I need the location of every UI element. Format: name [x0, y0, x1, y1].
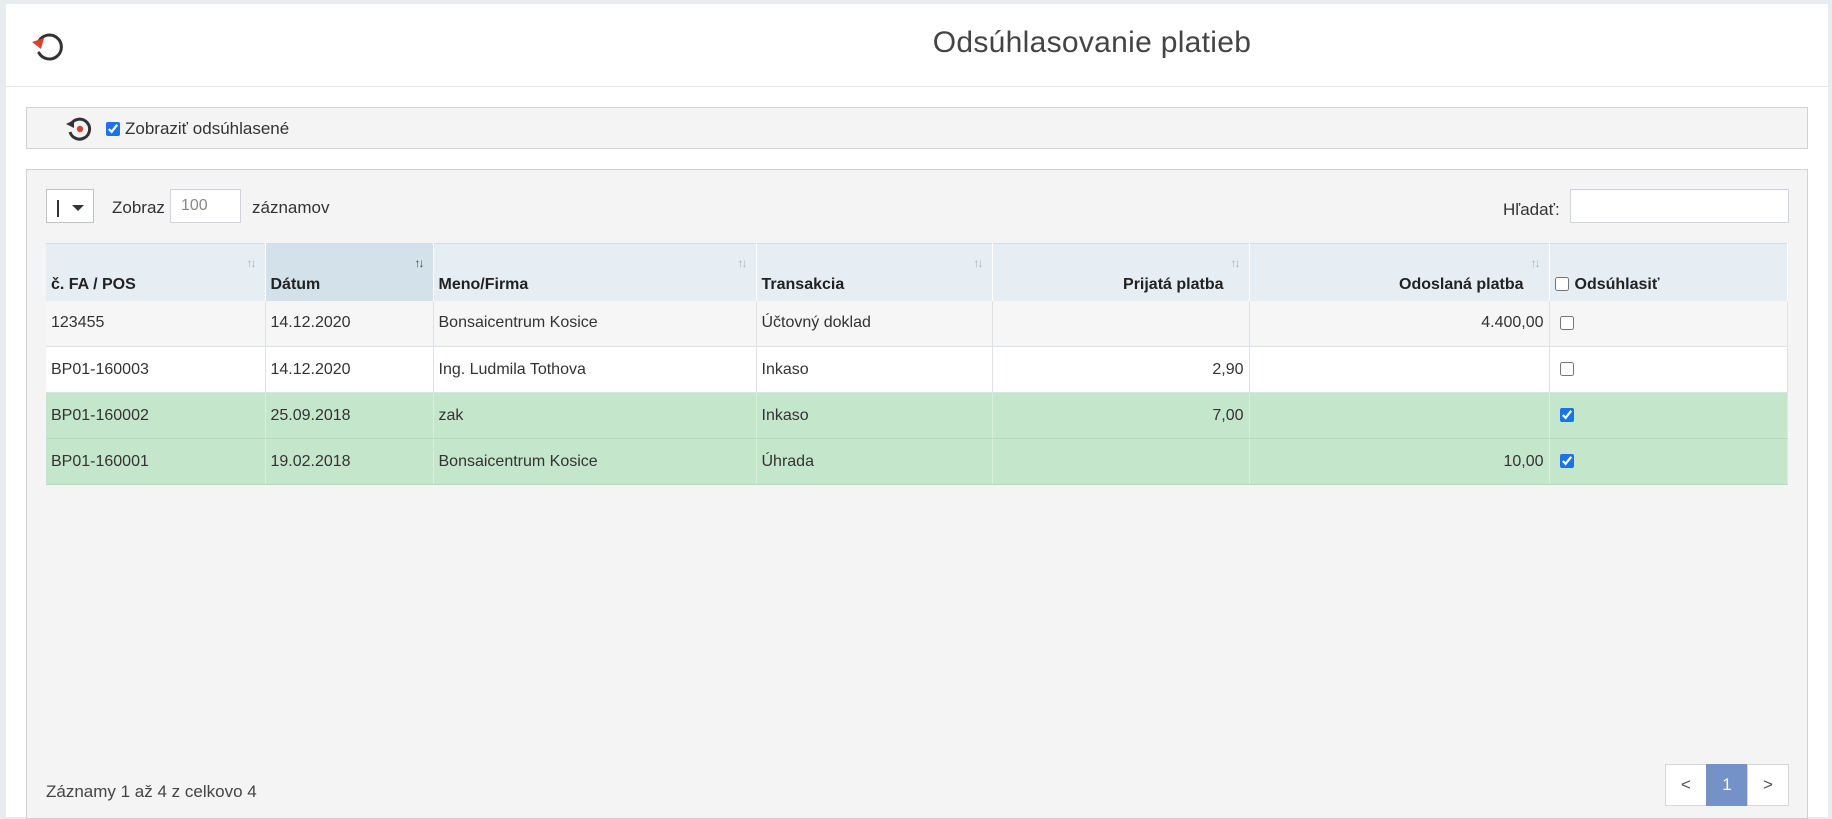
sort-icon: ↑↓ [973, 256, 984, 270]
cell-name: Bonsaicentrum Kosice [433, 438, 757, 485]
column-header-reconcile: Odsúhlasiť [1549, 243, 1788, 301]
pagination: < 1 > [1665, 764, 1789, 806]
column-header-label: č. FA / POS [51, 275, 136, 293]
cell-received [992, 300, 1250, 347]
page-length-suffix: záznamov [252, 198, 330, 217]
column-header-label: Transakcia [761, 275, 845, 293]
page-1-button[interactable]: 1 [1706, 764, 1748, 806]
cell-transaction: Účtovný doklad [756, 300, 993, 347]
reconcile-checkbox[interactable] [1559, 454, 1574, 469]
page-length-input[interactable] [170, 189, 241, 223]
cell-received: 7,00 [992, 392, 1250, 439]
page-length-label: Zobraz [112, 198, 165, 217]
cell-sent [1249, 346, 1550, 393]
cell-received [992, 438, 1250, 485]
table-row[interactable]: 123455 14.12.2020 Bonsaicentrum Kosice Účto… [46, 300, 1788, 347]
cell-date: 14.12.2020 [265, 346, 434, 393]
filter-bar: Zobraziť odsúhlasené [26, 107, 1808, 149]
column-header-doc[interactable]: č. FA / POS ↑↓ [46, 243, 266, 301]
previous-page-button[interactable]: < [1665, 764, 1707, 806]
column-bar-icon [57, 200, 59, 217]
cell-date: 19.02.2018 [265, 438, 434, 485]
table-info: Záznamy 1 až 4 z celkovo 4 [46, 782, 257, 801]
top-bar: Odsúhlasovanie platieb [6, 4, 1828, 87]
cell-reconcile [1549, 392, 1788, 439]
search-label: Hľadať: [1503, 200, 1560, 219]
page-title: Odsúhlasovanie platieb [932, 26, 1252, 59]
cell-name: Ing. Ludmila Tothova [433, 346, 757, 393]
cell-doc: BP01-160003 [46, 346, 266, 393]
column-header-label: Dátum [270, 275, 321, 293]
column-header-name[interactable]: Meno/Firma ↑↓ [433, 243, 757, 301]
show-reconciled-label[interactable]: Zobraziť odsúhlasené [125, 119, 289, 139]
table-body: 123455 14.12.2020 Bonsaicentrum Kosice Účto… [46, 300, 1788, 485]
table-panel: Zobraz záznamov Hľadať: č. FA / POS ↑↓ Dá… [26, 169, 1808, 819]
reconcile-checkbox[interactable] [1559, 408, 1574, 423]
cell-doc: BP01-160002 [46, 392, 266, 439]
search-input[interactable] [1570, 189, 1789, 223]
column-header-transaction[interactable]: Transakcia ↑↓ [756, 243, 993, 301]
cell-transaction: Úhrada [756, 438, 993, 485]
sort-desc-icon: ↑↓ [414, 256, 425, 270]
cell-transaction: Inkaso [756, 392, 993, 439]
chevron-down-icon [72, 205, 84, 211]
cell-doc: 123455 [46, 300, 266, 347]
sort-icon: ↑↓ [1530, 256, 1541, 270]
column-header-label: Odoslaná platba [1399, 275, 1524, 293]
show-reconciled-checkbox[interactable] [106, 122, 120, 136]
cell-date: 25.09.2018 [265, 392, 434, 439]
cell-reconcile [1549, 438, 1788, 485]
cell-sent: 4.400,00 [1249, 300, 1550, 347]
payments-table: č. FA / POS ↑↓ Dátum ↑↓ Meno/Firma ↑↓ Trans… [46, 243, 1788, 485]
sort-icon: ↑↓ [246, 256, 257, 270]
cell-sent: 10,00 [1249, 438, 1550, 485]
column-header-label: Meno/Firma [438, 275, 529, 293]
app-window: Odsúhlasovanie platieb Zobraziť odsúhlas… [6, 4, 1828, 819]
cell-reconcile [1549, 300, 1788, 347]
column-header-label: Odsúhlasiť [1574, 275, 1660, 293]
select-all-checkbox[interactable] [1554, 277, 1569, 292]
column-visibility-dropdown[interactable] [46, 189, 94, 223]
table-header-row: č. FA / POS ↑↓ Dátum ↑↓ Meno/Firma ↑↓ Trans… [46, 243, 1788, 301]
cell-name: zak [433, 392, 757, 439]
table-row[interactable]: BP01-160002 25.09.2018 zak Inkaso 7,00 [46, 392, 1788, 439]
column-header-received[interactable]: Prijatá platba ↑↓ [992, 243, 1250, 301]
cell-sent [1249, 392, 1550, 439]
sort-icon: ↑↓ [1230, 256, 1241, 270]
column-header-date[interactable]: Dátum ↑↓ [265, 243, 434, 301]
table-row[interactable]: BP01-160001 19.02.2018 Bonsaicentrum Kosic… [46, 438, 1788, 485]
next-page-button[interactable]: > [1747, 764, 1789, 806]
reconcile-checkbox[interactable] [1559, 362, 1574, 377]
sort-icon: ↑↓ [737, 256, 748, 270]
cell-reconcile [1549, 346, 1788, 393]
reconcile-checkbox[interactable] [1559, 316, 1574, 331]
column-header-label: Prijatá platba [1123, 275, 1224, 293]
column-header-sent[interactable]: Odoslaná platba ↑↓ [1249, 243, 1550, 301]
cell-date: 14.12.2020 [265, 300, 434, 347]
cell-transaction: Inkaso [756, 346, 993, 393]
cell-received: 2,90 [992, 346, 1250, 393]
table-row[interactable]: BP01-160003 14.12.2020 Ing. Ludmila Tothov… [46, 346, 1788, 393]
history-icon[interactable] [65, 115, 93, 143]
cell-name: Bonsaicentrum Kosice [433, 300, 757, 347]
cell-doc: BP01-160001 [46, 438, 266, 485]
